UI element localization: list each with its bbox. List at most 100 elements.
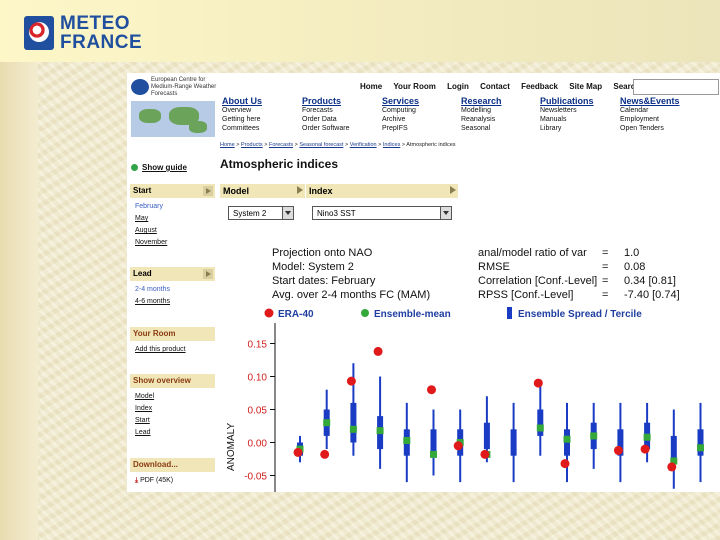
- page-title: Atmospheric indices: [220, 157, 339, 171]
- search-input[interactable]: [633, 79, 719, 95]
- ecmwf-name: European Centre for Medium-Range Weather…: [151, 77, 217, 97]
- expand-arrow-icon[interactable]: [203, 269, 213, 279]
- era40-point: [293, 447, 303, 457]
- start-option-may[interactable]: May: [135, 215, 148, 222]
- ensemble-mean-point: [403, 437, 411, 445]
- chevron-down-icon[interactable]: [440, 207, 451, 219]
- section-link[interactable]: Committees: [222, 124, 302, 133]
- overview-model-link[interactable]: Model: [135, 393, 154, 400]
- section-link[interactable]: Library: [540, 124, 620, 133]
- stats-left-line: Avg. over 2-4 months FC (MAM): [272, 289, 430, 301]
- overview-index-link[interactable]: Index: [135, 405, 152, 412]
- section-link[interactable]: Manuals: [540, 115, 620, 124]
- lead-panel-header[interactable]: Lead: [130, 267, 215, 281]
- era40-point: [613, 445, 623, 455]
- breadcrumb-indices[interactable]: Indices: [383, 142, 400, 148]
- ensemble-mean-point: [563, 435, 571, 443]
- download-pdf-link[interactable]: ⤓ PDF (45K): [135, 477, 173, 485]
- section-link[interactable]: Employment: [620, 115, 700, 124]
- start-option-august[interactable]: August: [135, 227, 157, 234]
- section-link[interactable]: Getting here: [222, 115, 302, 124]
- section-link[interactable]: Order Software: [302, 124, 382, 133]
- download-panel-header: Download...: [130, 458, 215, 472]
- show-guide-link[interactable]: Show guide: [131, 163, 187, 172]
- index-header: Index: [306, 184, 458, 198]
- stat-eq: =: [602, 247, 608, 259]
- section-research: Research Modelling Reanalysis Seasonal: [461, 96, 541, 133]
- section-link[interactable]: Seasonal: [461, 124, 541, 133]
- chevron-down-icon[interactable]: [282, 207, 293, 219]
- nav-contact[interactable]: Contact: [480, 82, 510, 91]
- ensemble-mean-point: [430, 450, 437, 458]
- start-panel-header[interactable]: Start: [130, 184, 215, 198]
- start-option-february[interactable]: February: [135, 203, 163, 210]
- lead-option-2-4[interactable]: 2-4 months: [135, 286, 170, 293]
- start-label: Start: [133, 186, 152, 195]
- slide-left-strip: [0, 0, 38, 540]
- era40-point: [667, 462, 677, 472]
- overview-start-link[interactable]: Start: [135, 417, 150, 424]
- start-option-november[interactable]: November: [135, 239, 167, 246]
- nav-login[interactable]: Login: [447, 82, 469, 91]
- stat-eq: =: [602, 289, 608, 301]
- arrow-right-icon: [297, 186, 303, 194]
- nav-home[interactable]: Home: [360, 82, 382, 91]
- stats-left-line: Projection onto NAO: [272, 247, 373, 259]
- section-link[interactable]: Newsletters: [540, 106, 620, 115]
- section-link[interactable]: Modelling: [461, 106, 541, 115]
- expand-arrow-icon[interactable]: [203, 186, 213, 196]
- section-link[interactable]: Archive: [382, 115, 462, 124]
- section-link[interactable]: Forecasts: [302, 106, 382, 115]
- section-link[interactable]: PrepIFS: [382, 124, 462, 133]
- model-select-value: System 2: [233, 209, 267, 218]
- section-link[interactable]: Order Data: [302, 115, 382, 124]
- spread-box: [697, 429, 704, 456]
- overview-lead-link[interactable]: Lead: [135, 429, 151, 436]
- section-title[interactable]: About Us: [222, 96, 302, 106]
- nav-your-room[interactable]: Your Room: [393, 82, 436, 91]
- section-title[interactable]: Services: [382, 96, 462, 106]
- index-select[interactable]: Nino3 SST: [312, 206, 452, 220]
- nav-feedback[interactable]: Feedback: [521, 82, 558, 91]
- breadcrumb-products[interactable]: Products: [241, 142, 263, 148]
- lead-option-4-6[interactable]: 4-6 months: [135, 298, 170, 305]
- stat-label: Correlation [Conf.-Level]: [478, 275, 597, 287]
- section-title[interactable]: Products: [302, 96, 382, 106]
- model-select[interactable]: System 2: [228, 206, 294, 220]
- ensemble-mean-point: [590, 432, 598, 440]
- stat-label: RPSS [Conf.-Level]: [478, 289, 573, 301]
- your-room-label: Your Room: [133, 329, 176, 338]
- breadcrumb-forecasts[interactable]: Forecasts: [269, 142, 293, 148]
- spread-box: [510, 429, 517, 456]
- brand-line2: FRANCE: [60, 32, 143, 53]
- spread-box: [350, 402, 357, 443]
- section-title[interactable]: Research: [461, 96, 541, 106]
- section-title[interactable]: Publications: [540, 96, 620, 106]
- era40-point: [560, 459, 570, 469]
- stats-left-line: Start dates: February: [272, 275, 376, 287]
- nav-site-map[interactable]: Site Map: [569, 82, 602, 91]
- breadcrumb-verification[interactable]: Verification: [350, 142, 377, 148]
- breadcrumb-home[interactable]: Home: [220, 142, 235, 148]
- show-overview-label: Show overview: [133, 376, 191, 385]
- legend-ens-label: Ensemble-mean: [374, 309, 451, 320]
- section-about-us: About Us Overview Getting here Committee…: [222, 96, 302, 133]
- ensemble-mean-point: [349, 425, 357, 433]
- legend-ens-marker: [361, 309, 369, 317]
- ensemble-mean-point: [643, 433, 651, 441]
- section-link[interactable]: Open Tenders: [620, 124, 700, 133]
- stat-label: anal/model ratio of var: [478, 247, 587, 259]
- y-axis-label: ANOMALY: [226, 423, 237, 471]
- breadcrumb-seasonal[interactable]: Seasonal forecast: [299, 142, 343, 148]
- pdf-icon: ⤓: [135, 477, 139, 484]
- section-link[interactable]: Computing: [382, 106, 462, 115]
- breadcrumb-current: Atmospheric indices: [406, 142, 456, 148]
- section-title[interactable]: News&Events: [620, 96, 700, 106]
- add-this-product-link[interactable]: Add this product: [135, 346, 186, 353]
- meteo-france-emblem-icon: [24, 16, 54, 50]
- section-link[interactable]: Reanalysis: [461, 115, 541, 124]
- ecmwf-logo[interactable]: European Centre for Medium-Range Weather…: [131, 77, 219, 99]
- section-publications: Publications Newsletters Manuals Library: [540, 96, 620, 133]
- section-link[interactable]: Overview: [222, 106, 302, 115]
- section-link[interactable]: Calendar: [620, 106, 700, 115]
